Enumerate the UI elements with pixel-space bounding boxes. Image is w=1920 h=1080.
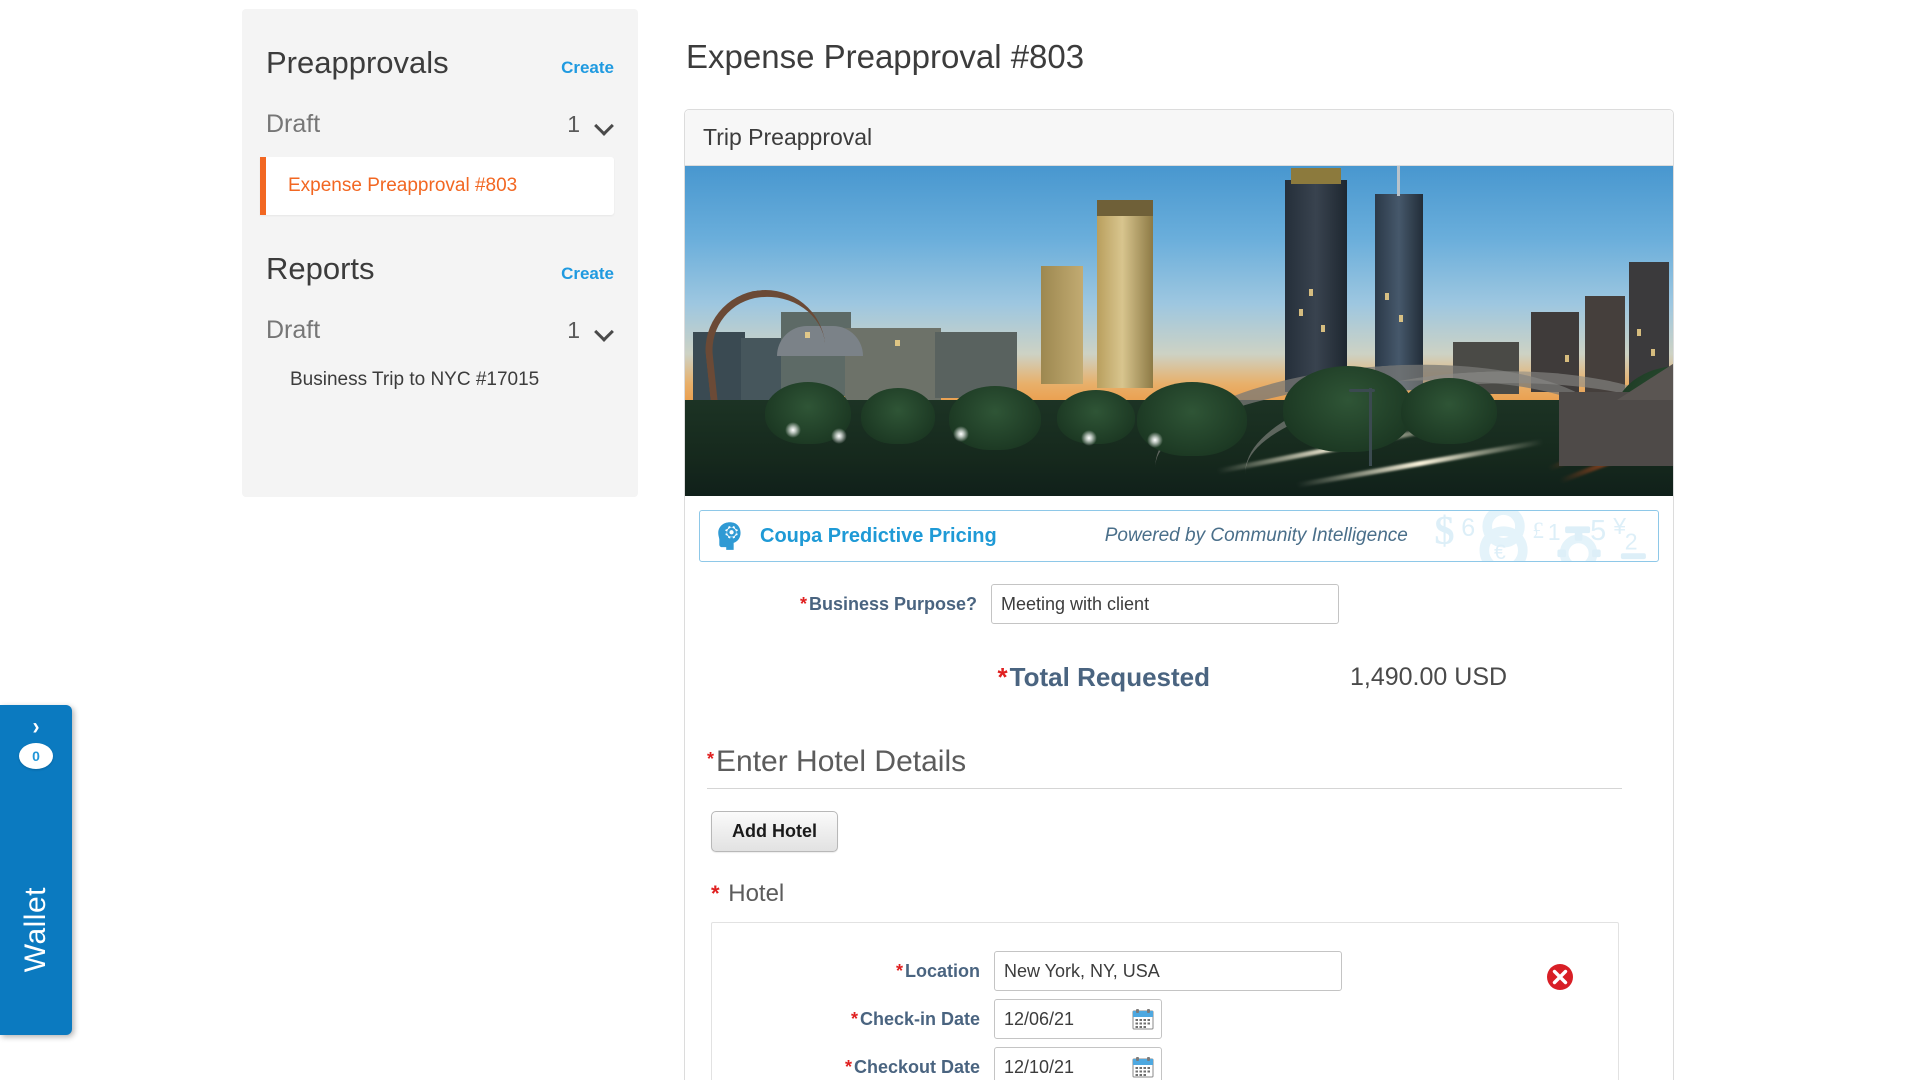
sidebar-group-label: Draft xyxy=(266,316,321,344)
business-purpose-label: * Business Purpose? xyxy=(799,593,977,614)
svg-text:€: € xyxy=(1494,541,1506,561)
sidebar-section-reports-header: Reports Create xyxy=(266,215,614,287)
required-asterisk: * xyxy=(997,662,1008,692)
sidebar-group-count: 1 xyxy=(567,111,580,137)
hotel-checkin-row: * Check-in Date xyxy=(712,999,1618,1039)
chevron-down-icon[interactable] xyxy=(596,325,614,337)
sidebar-group-draft-reports[interactable]: Draft 1 xyxy=(266,316,614,345)
hotel-details-title: Enter Hotel Details xyxy=(716,745,967,778)
required-asterisk: * xyxy=(844,1056,852,1077)
required-asterisk: * xyxy=(850,1008,858,1029)
svg-text:¥: ¥ xyxy=(1612,513,1626,539)
page-title: Expense Preapproval #803 xyxy=(686,38,1085,75)
required-asterisk: * xyxy=(707,749,715,769)
svg-text:2: 2 xyxy=(1625,528,1638,554)
create-preapproval-link[interactable]: Create xyxy=(561,58,614,78)
sidebar-item-business-trip-nyc-17015[interactable]: Business Trip to NYC #17015 xyxy=(266,369,614,391)
sidebar-group-label: Draft xyxy=(266,110,321,138)
currency-symbols-art: $ 6 € £ 1 5 ¥ 2 xyxy=(1434,511,1646,561)
hotel-checkout-label: * Checkout Date xyxy=(844,1056,980,1077)
calendar-icon[interactable] xyxy=(1132,1056,1154,1078)
business-purpose-input[interactable] xyxy=(991,584,1339,624)
hotel-entry-card: *Location *Check-in Date xyxy=(711,922,1619,1080)
main-content: Expense Preapproval #803 Trip Preapprova… xyxy=(684,0,1694,1080)
preapproval-form: *Business Purpose? *Total Requested 1,49… xyxy=(685,562,1673,1080)
create-report-link[interactable]: Create xyxy=(561,264,614,284)
city-skyline-image xyxy=(685,166,1673,496)
hotel-group-label: * Hotel xyxy=(711,880,785,907)
required-asterisk: * xyxy=(895,960,903,981)
delete-circle-icon[interactable] xyxy=(1546,963,1574,991)
svg-text:£: £ xyxy=(1532,517,1544,543)
svg-text:1: 1 xyxy=(1548,519,1561,545)
sidebar-section-title: Reports xyxy=(266,251,375,286)
sidebar-item-label: Expense Preapproval #803 xyxy=(288,175,518,196)
chevron-down-icon[interactable] xyxy=(596,119,614,131)
sidebar-section-title: Preapprovals xyxy=(266,45,449,80)
total-requested-value: 1,490.00 USD xyxy=(1350,663,1508,691)
coupa-banner-subtitle: Powered by Community Intelligence xyxy=(1104,525,1408,546)
wallet-count-badge: 0 xyxy=(19,743,53,769)
total-requested-row: *Total Requested 1,490.00 USD xyxy=(685,662,1673,693)
sidebar-group-draft-preapprovals[interactable]: Draft 1 xyxy=(266,110,614,139)
hotel-location-input[interactable] xyxy=(994,951,1342,991)
total-requested-label: *Total Requested xyxy=(997,662,1210,692)
hotel-checkout-row: * Checkout Date xyxy=(712,1047,1618,1080)
wallet-label: Wallet xyxy=(19,887,52,973)
required-asterisk: * xyxy=(799,593,807,614)
sidebar-item-expense-preapproval-803[interactable]: Expense Preapproval #803 xyxy=(260,157,614,215)
coupa-banner-title: Coupa Predictive Pricing xyxy=(760,524,997,547)
hotel-location-row: * Location xyxy=(712,951,1618,991)
svg-text:6: 6 xyxy=(1461,514,1475,542)
brain-gear-icon xyxy=(718,522,741,550)
hotel-checkin-label: * Check-in Date xyxy=(850,1008,980,1029)
coupa-predictive-pricing-banner[interactable]: Coupa Predictive Pricing Powered by Comm… xyxy=(699,510,1659,562)
hotel-details-section-header: *Enter Hotel Details xyxy=(707,745,1622,789)
sidebar-group-count: 1 xyxy=(567,317,580,343)
hotel-location-label: * Location xyxy=(895,960,980,981)
calendar-icon[interactable] xyxy=(1132,1008,1154,1030)
add-hotel-button[interactable]: Add Hotel xyxy=(711,811,838,852)
svg-text:5: 5 xyxy=(1590,515,1606,547)
svg-text:$: $ xyxy=(1434,511,1454,553)
sidebar-section-preapprovals-header: Preapprovals Create xyxy=(266,9,614,81)
panel-title: Trip Preapproval xyxy=(685,110,1673,166)
required-asterisk: * xyxy=(711,881,720,906)
sidebar: Preapprovals Create Draft 1 Expense Prea… xyxy=(242,9,638,497)
app-root: › 0 Wallet Preapprovals Create Draft 1 E… xyxy=(0,0,1920,1080)
trip-preapproval-panel: Trip Preapproval Coupa Predictive Pricin… xyxy=(684,109,1674,1080)
chevron-right-icon[interactable]: › xyxy=(33,714,40,738)
wallet-flyout-tab[interactable]: › 0 Wallet xyxy=(0,705,72,1035)
business-purpose-row: * Business Purpose? xyxy=(685,584,1673,624)
